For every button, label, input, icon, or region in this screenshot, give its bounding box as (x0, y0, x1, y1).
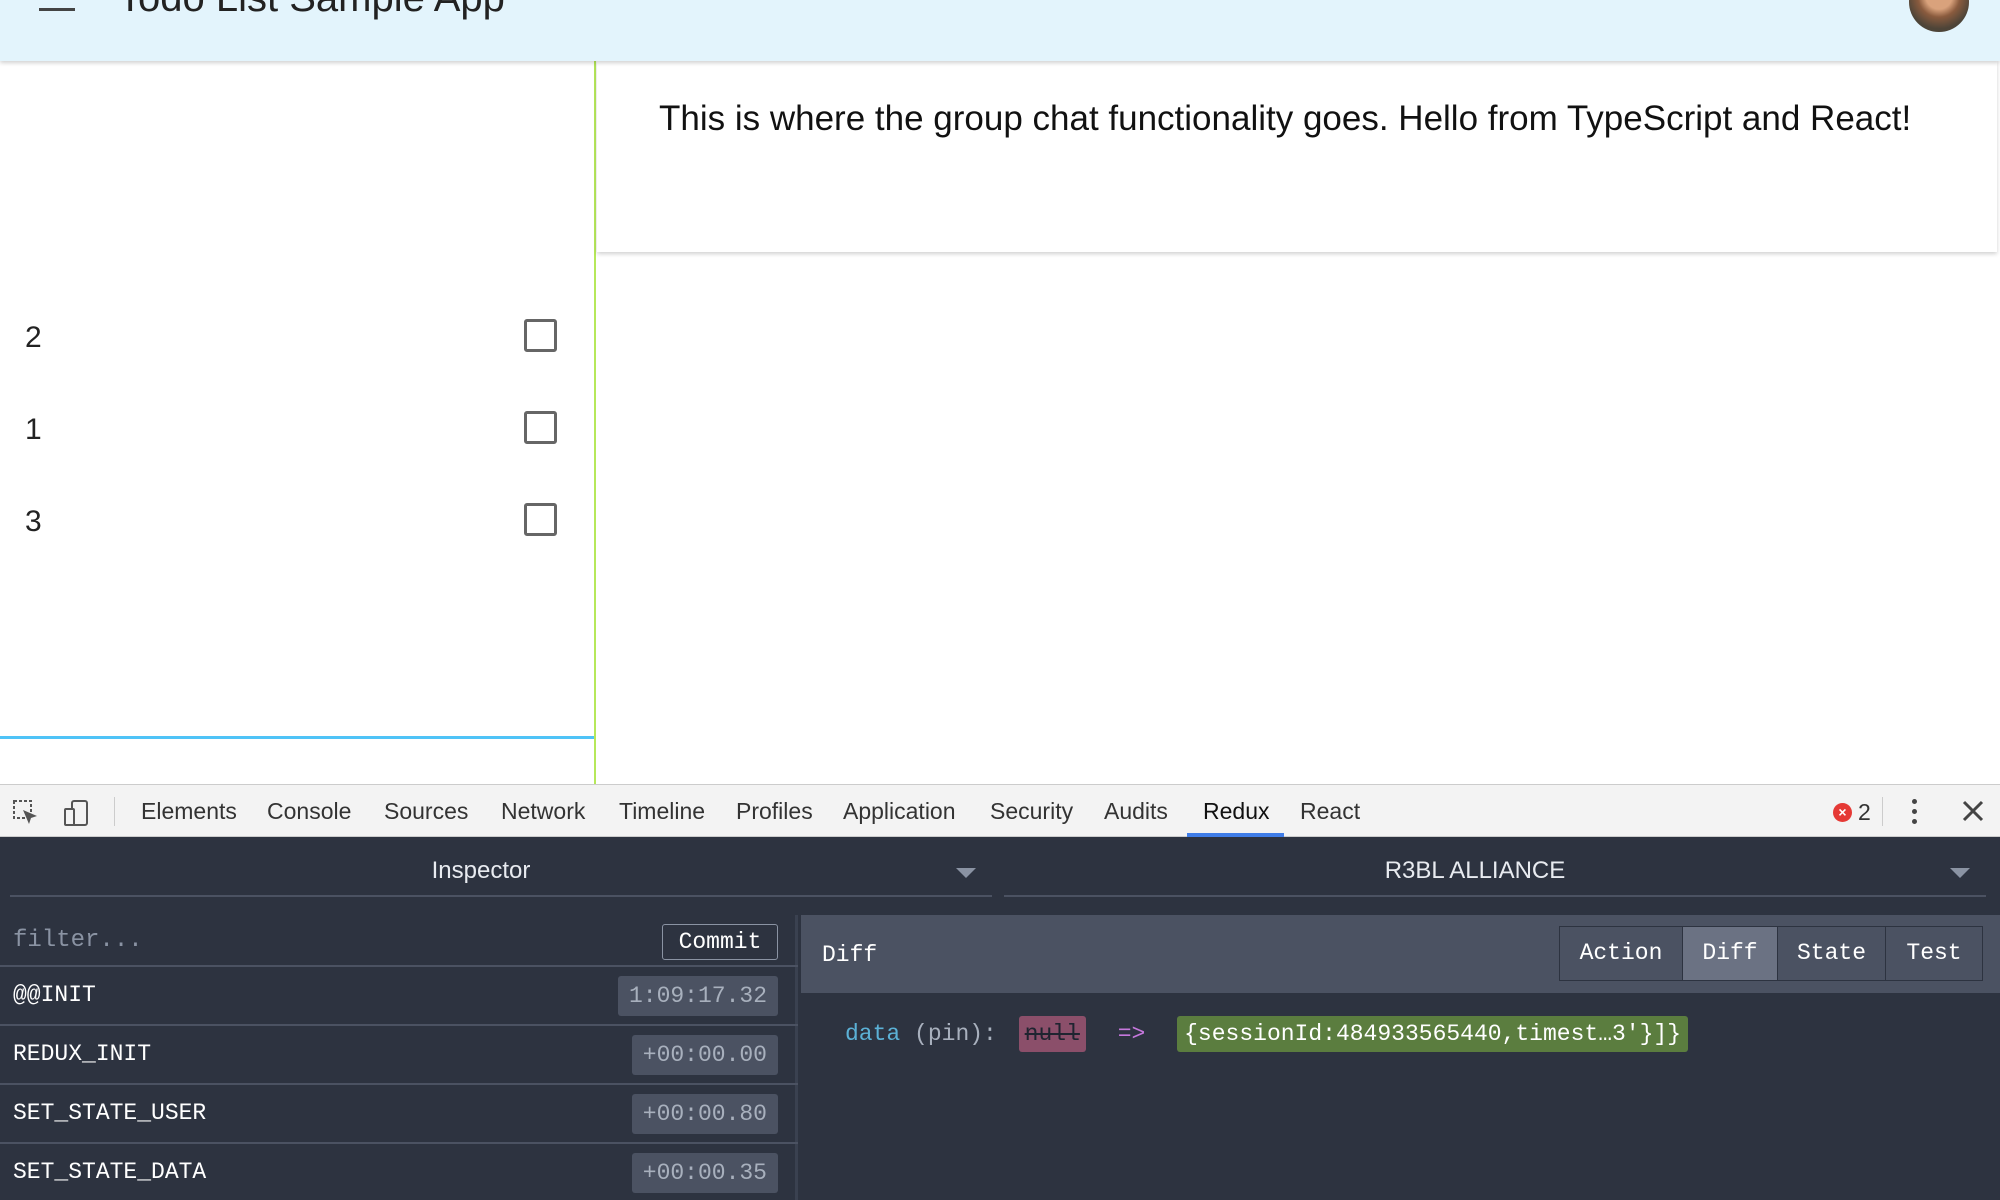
redux-header: Inspector R3BL ALLIANCE (0, 837, 2000, 907)
tab-state[interactable]: State (1777, 926, 1886, 981)
action-row[interactable]: SET_STATE_DATA +00:00.35 (0, 1144, 798, 1200)
detail-title: Diff (822, 942, 878, 968)
action-name: @@INIT (13, 982, 96, 1008)
error-count: 2 (1858, 799, 1871, 825)
tab-diff[interactable]: Diff (1682, 926, 1778, 981)
error-icon: × (1833, 803, 1852, 822)
tab-audits[interactable]: Audits (1104, 798, 1168, 825)
todo-label: 1 (25, 413, 42, 446)
monitor-label: Inspector (431, 857, 531, 884)
tab-network[interactable]: Network (501, 798, 585, 825)
chevron-down-icon (956, 868, 976, 878)
diff-key[interactable]: data (845, 1021, 900, 1047)
action-name: SET_STATE_USER (13, 1100, 207, 1126)
pane-divider (594, 61, 596, 784)
tab-react[interactable]: React (1300, 798, 1360, 825)
redux-devtools: Inspector R3BL ALLIANCE Commit @@INIT 1:… (0, 837, 2000, 1200)
device-toolbar-icon[interactable] (62, 799, 90, 827)
app-bar: Todo List Sample App (0, 0, 2000, 61)
action-row[interactable]: SET_STATE_USER +00:00.80 (0, 1085, 798, 1144)
todo-divider (0, 736, 594, 739)
todo-label: 2 (25, 321, 42, 354)
action-name: REDUX_INIT (13, 1041, 152, 1067)
tab-security[interactable]: Security (990, 798, 1073, 825)
todo-item: 3 (0, 477, 594, 567)
menu-icon[interactable] (39, 0, 75, 20)
instance-label: R3BL ALLIANCE (1384, 857, 1566, 884)
filter-input[interactable] (0, 915, 640, 965)
tab-elements[interactable]: Elements (141, 798, 237, 825)
diff-annotation: (pin): (914, 1021, 997, 1047)
diff-entry: data (pin): null => {sessionId:484933565… (845, 1016, 1689, 1052)
tab-application[interactable]: Application (843, 798, 956, 825)
tab-action[interactable]: Action (1559, 926, 1683, 981)
chat-card: This is where the group chat functionali… (597, 61, 1997, 252)
tab-timeline[interactable]: Timeline (619, 798, 705, 825)
chat-message: This is where the group chat functionali… (659, 99, 1912, 138)
diff-arrow: => (1117, 1021, 1146, 1047)
todo-pane: 2 1 3 (0, 61, 595, 827)
close-icon[interactable] (1959, 797, 1987, 825)
toolbar-separator (1882, 797, 1883, 826)
monitor-select[interactable]: Inspector (10, 847, 992, 897)
error-counter[interactable]: × 2 (1833, 799, 1871, 825)
diff-new-value: {sessionId:484933565440,timest…3'}]} (1177, 1016, 1689, 1052)
diff-old-value: null (1018, 1016, 1086, 1052)
devtools-toolbar: Elements Console Sources Network Timelin… (0, 784, 2000, 837)
filter-row: Commit (0, 915, 798, 967)
detail-pane: Diff Action Diff State Test data (pin): … (801, 915, 2000, 1200)
todo-label: 3 (25, 505, 42, 538)
tab-sources[interactable]: Sources (384, 798, 468, 825)
more-vert-icon[interactable] (1910, 799, 1918, 825)
inspect-element-icon[interactable] (12, 799, 40, 827)
action-row[interactable]: @@INIT 1:09:17.32 (0, 967, 798, 1026)
todo-checkbox[interactable] (524, 503, 557, 536)
tab-console[interactable]: Console (267, 798, 351, 825)
action-name: SET_STATE_DATA (13, 1159, 207, 1185)
toolbar-separator (114, 797, 115, 826)
tab-profiles[interactable]: Profiles (736, 798, 813, 825)
action-time: 1:09:17.32 (617, 976, 778, 1016)
chevron-down-icon (1950, 868, 1970, 878)
action-time: +00:00.80 (631, 1094, 778, 1134)
detail-toolbar: Diff Action Diff State Test (801, 915, 2000, 993)
tab-redux[interactable]: Redux (1203, 798, 1269, 825)
app-title: Todo List Sample App (118, 0, 505, 22)
commit-button[interactable]: Commit (662, 924, 778, 960)
action-row[interactable]: REDUX_INIT +00:00.00 (0, 1026, 798, 1085)
action-time: +00:00.35 (631, 1153, 778, 1193)
instance-select[interactable]: R3BL ALLIANCE (1004, 847, 1986, 897)
action-list: Commit @@INIT 1:09:17.32 REDUX_INIT +00:… (0, 915, 798, 1200)
todo-checkbox[interactable] (524, 411, 557, 444)
avatar[interactable] (1909, 0, 1969, 32)
tab-test[interactable]: Test (1885, 926, 1983, 981)
action-time: +00:00.00 (631, 1035, 778, 1075)
todo-checkbox[interactable] (524, 319, 557, 352)
todo-item: 1 (0, 385, 594, 475)
todo-item: 2 (0, 293, 594, 383)
